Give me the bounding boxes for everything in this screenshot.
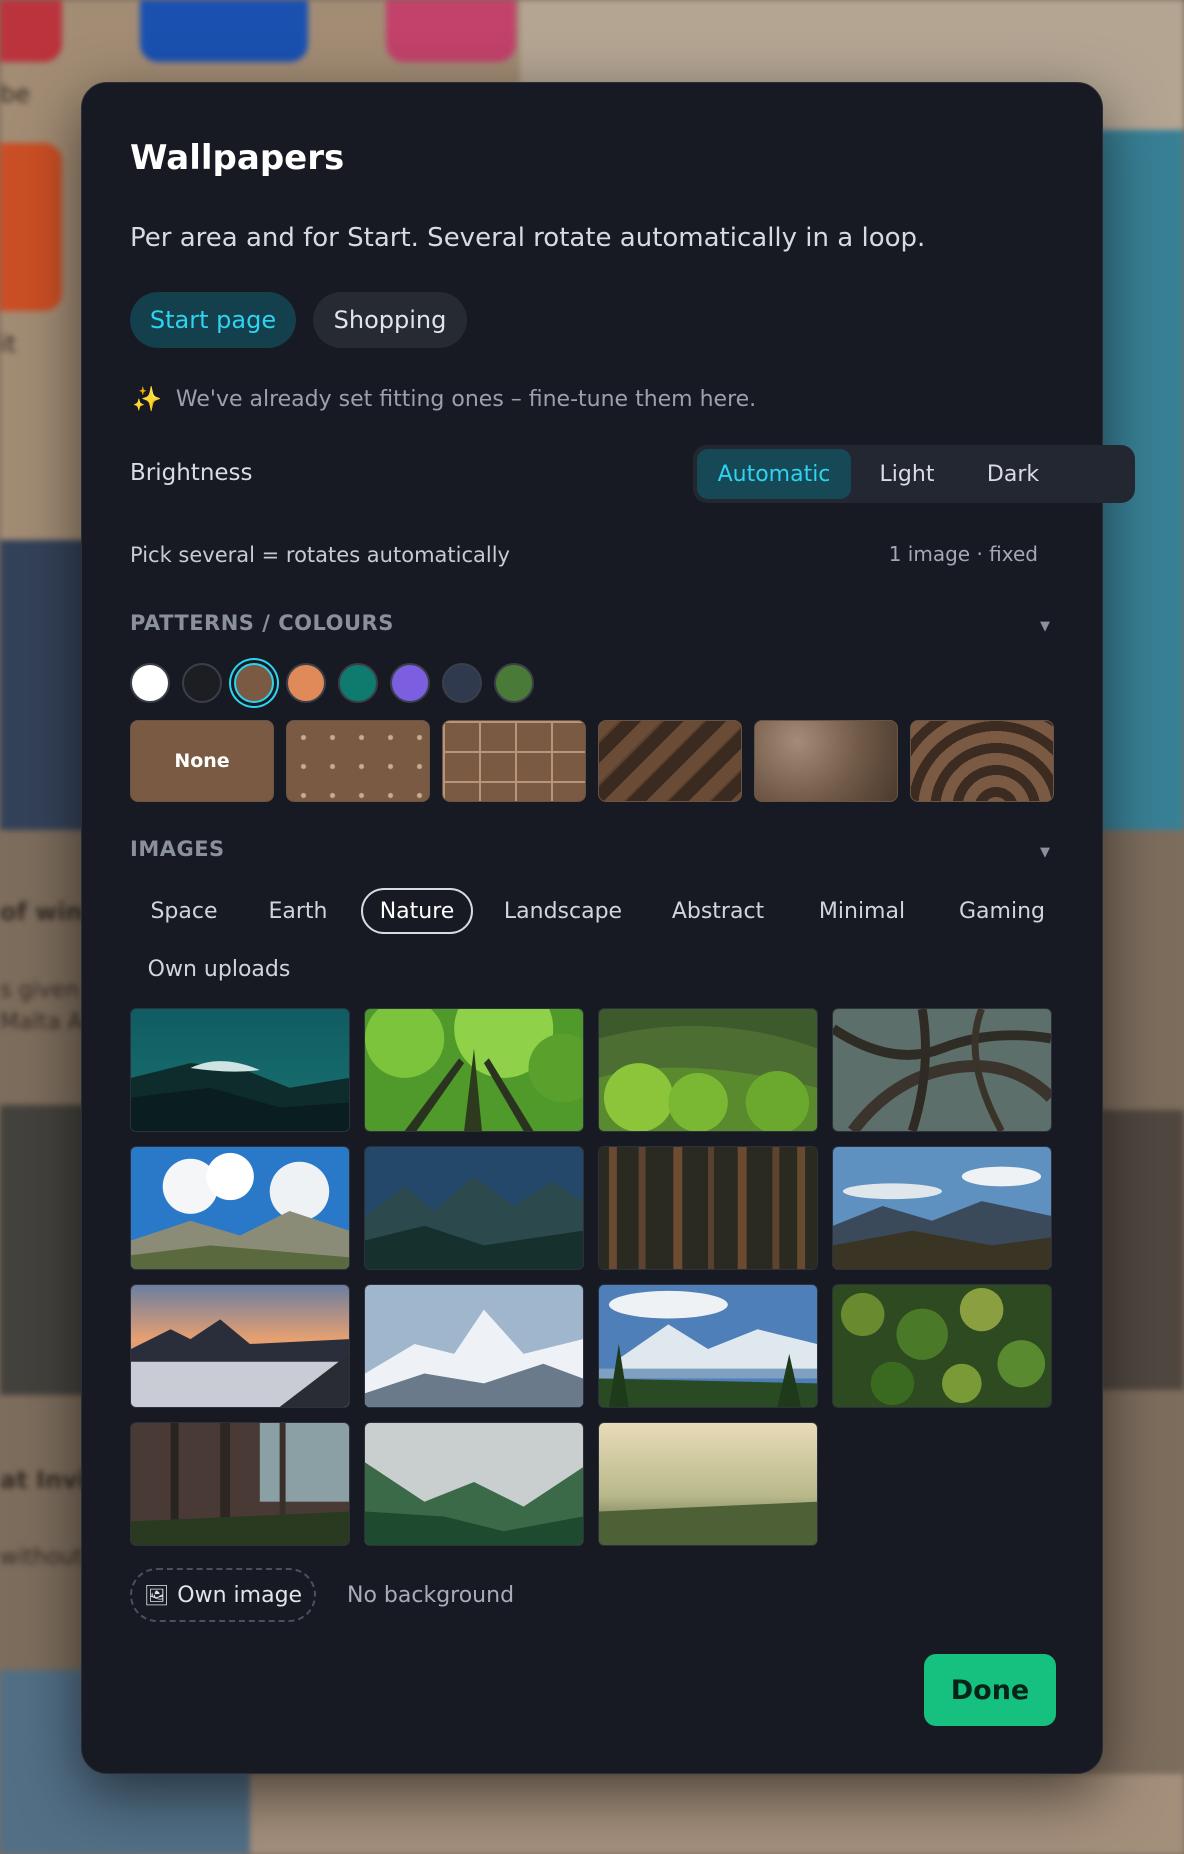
category-space[interactable]: Space (130, 888, 238, 934)
category-nature[interactable]: Nature (361, 888, 473, 934)
wallpaper-thumbnail[interactable] (130, 1146, 350, 1270)
wallpaper-thumbnail[interactable] (364, 1284, 584, 1408)
done-button[interactable]: Done (924, 1654, 1056, 1726)
wallpaper-thumbnail[interactable] (598, 1146, 818, 1270)
colour-swatch[interactable] (286, 663, 326, 703)
pattern-arcs[interactable] (910, 720, 1054, 802)
colour-swatch[interactable] (494, 663, 534, 703)
pick-several-label: Pick several = rotates automatically (130, 543, 510, 567)
category-gaming[interactable]: Gaming (936, 888, 1068, 934)
wallpaper-thumbnail[interactable] (364, 1422, 584, 1546)
wallpaper-thumbnail[interactable] (832, 1008, 1052, 1132)
wallpaper-thumbnail[interactable] (832, 1146, 1052, 1270)
dialog-title: Wallpapers (130, 138, 345, 178)
category-own-uploads[interactable]: Own uploads (130, 946, 308, 992)
pattern-options: None (130, 720, 1054, 802)
own-image-button[interactable]: 🖼 Own image (130, 1568, 316, 1622)
sparkle-icon: ✨ (132, 385, 162, 413)
dialog-subtitle: Per area and for Start. Several rotate a… (130, 223, 926, 253)
colour-swatch[interactable] (182, 663, 222, 703)
category-earth[interactable]: Earth (248, 888, 348, 934)
own-image-label: Own image (177, 1582, 303, 1608)
pattern-stripes[interactable] (598, 720, 742, 802)
brightness-light[interactable]: Light (851, 449, 963, 499)
images-section-heading: IMAGES (130, 837, 225, 861)
category-minimal[interactable]: Minimal (793, 888, 931, 934)
wallpaper-thumbnail[interactable] (130, 1008, 350, 1132)
colour-swatch[interactable] (130, 663, 170, 703)
pattern-gradient[interactable] (754, 720, 898, 802)
brightness-dark[interactable]: Dark (963, 449, 1063, 499)
brightness-segmented-control: Automatic Light Dark (693, 445, 1135, 503)
colour-swatch[interactable] (390, 663, 430, 703)
wallpaper-thumbnail[interactable] (598, 1284, 818, 1408)
pattern-dots[interactable] (286, 720, 430, 802)
wallpaper-thumbnail[interactable] (832, 1284, 1052, 1408)
colour-swatch[interactable] (234, 663, 274, 703)
colour-swatch[interactable] (442, 663, 482, 703)
image-icon: 🖼 (143, 1583, 170, 1607)
hint-text: We've already set fitting ones – fine-tu… (175, 386, 757, 412)
wallpaper-thumbnail[interactable] (130, 1284, 350, 1408)
selection-status: 1 image · fixed (888, 542, 1038, 566)
category-landscape[interactable]: Landscape (487, 888, 639, 934)
hint-row: ✨ We've already set fitting ones – fine-… (132, 385, 756, 413)
wallpaper-thumbnail[interactable] (364, 1008, 584, 1132)
pattern-grid[interactable] (442, 720, 586, 802)
brightness-label: Brightness (130, 460, 253, 486)
wallpaper-thumbnail[interactable] (130, 1422, 350, 1546)
colour-swatches (130, 663, 534, 703)
wallpapers-dialog: Wallpapers Per area and for Start. Sever… (81, 82, 1135, 1774)
pattern-none[interactable]: None (130, 720, 274, 802)
wallpaper-thumbnail[interactable] (364, 1146, 584, 1270)
wallpaper-thumbnail[interactable] (598, 1008, 818, 1132)
patterns-section-heading: PATTERNS / COLOURS (130, 611, 394, 635)
brightness-automatic[interactable]: Automatic (697, 449, 851, 499)
wallpaper-thumbnail[interactable] (598, 1422, 818, 1546)
category-abstract[interactable]: Abstract (652, 888, 784, 934)
tab-shopping[interactable]: Shopping (313, 292, 467, 348)
patterns-collapse-icon[interactable]: ▼ (1040, 619, 1050, 634)
tab-start-page[interactable]: Start page (130, 292, 296, 348)
images-collapse-icon[interactable]: ▼ (1040, 845, 1050, 860)
colour-swatch[interactable] (338, 663, 378, 703)
no-background-button[interactable]: No background (347, 1583, 514, 1608)
